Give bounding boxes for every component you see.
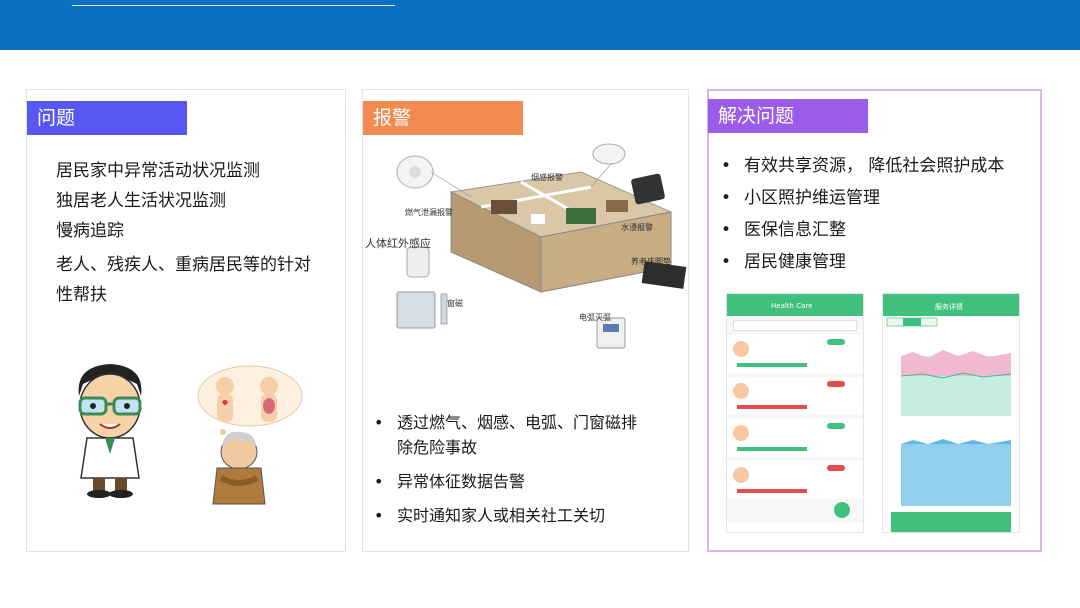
list-item: • 有效共享资源， 降低社会照护成本 (721, 156, 1005, 176)
smoke-sensor-label: 烟感报警 (531, 173, 563, 182)
solution-list: • 有效共享资源， 降低社会照护成本 • 小区照护维运管理 • 医保信息汇整 • 居民健… (717, 154, 1037, 282)
list-item: • 实时通知家人或相关社工关切 (374, 506, 606, 525)
problem-card: 问题 居民家中异常活动状况监测 独居老人生活状况监测 慢病追踪 老人、残疾人、重… (26, 89, 346, 552)
solution-title: 解决问题 (708, 99, 868, 133)
patient-list-graphic (727, 335, 863, 532)
top-banner (0, 0, 1080, 50)
gas-sensor-label: 燃气泄漏报警 (405, 208, 453, 217)
list-item: • 透过燃气、烟感、电弧、门窗磁排 除危险事故 (374, 413, 638, 457)
infrared-sensor-label: 人体红外感应 (365, 237, 431, 250)
problem-title: 问题 (27, 101, 187, 135)
health-app-screenshot: Health Care (726, 293, 864, 533)
bed-mat-label: 养老床脚垫 (631, 257, 671, 266)
list-item: • 居民健康管理 (721, 252, 846, 272)
health-charts-graphic (886, 317, 1012, 532)
service-detail-screenshot: 服务详情 (882, 293, 1020, 533)
list-item: 性帮扶 (56, 285, 107, 305)
list-item: • 异常体征数据告警 (374, 472, 526, 491)
list-item: • 医保信息汇整 (721, 220, 846, 240)
door-sensor-label: 窗磁 (447, 299, 463, 308)
solution-card: 解决问题 • 有效共享资源， 降低社会照护成本 • 小区照护维运管理 • 医保信息汇整… (707, 89, 1042, 552)
arc-breaker-label: 电弧灭弧 (579, 313, 611, 322)
list-item: 独居老人生活状况监测 (56, 191, 226, 211)
alarm-title: 报警 (363, 101, 523, 135)
elderly-patient-illustration (197, 365, 303, 505)
alarm-list: • 透过燃气、烟感、电弧、门窗磁排 除危险事故 • 异常体征数据告警 • 实时通知家人或… (370, 410, 675, 537)
detail-title: 服务详情 (935, 303, 963, 311)
list-item: 老人、残疾人、重病居民等的针对 (56, 255, 311, 275)
app-title: Health Care (771, 302, 813, 310)
doctor-illustration (78, 364, 142, 498)
list-item: 居民家中异常活动状况监测 (56, 161, 260, 181)
problem-list: 居民家中异常活动状况监测 独居老人生活状况监测 慢病追踪 老人、残疾人、重病居民… (56, 156, 311, 310)
alarm-card: 报警 烟感报警 燃气泄漏报警 水浸报警 人体红外感应 养老床脚垫 窗磁 电弧灭弧… (362, 89, 689, 552)
list-item: • 小区照护维运管理 (721, 188, 880, 208)
water-sensor-label: 水浸报警 (621, 223, 653, 232)
title-underline (72, 5, 395, 6)
list-item: 慢病追踪 (56, 221, 124, 241)
